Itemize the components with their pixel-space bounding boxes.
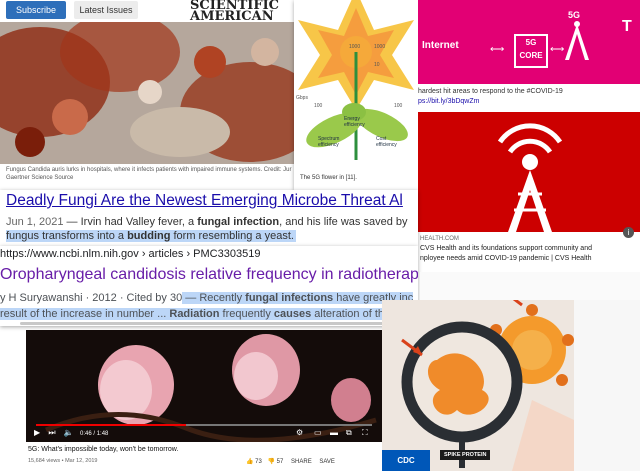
sciam-caption: Fungus Candida auris lurks in hospitals,… <box>6 166 296 182</box>
logo-line2: AMERICAN <box>190 9 274 24</box>
subscribe-button[interactable]: Subscribe <box>6 1 66 19</box>
tmobile-card: Internet ⟷ 5G CORE ⟷ 5G T hardest hit ar… <box>418 0 640 112</box>
spike-card: SPIKE PROTEIN CDC <box>382 300 574 471</box>
result1-date: Jun 1, 2021 <box>6 216 64 228</box>
save-button[interactable]: SAVE <box>319 459 335 465</box>
5g-core-box: 5G CORE <box>514 34 548 68</box>
result1-snip-f: form resembling a yeast. <box>170 230 294 242</box>
caption-line2: Gaertner Science Source <box>6 175 74 181</box>
internet-label: Internet <box>422 40 459 51</box>
gray-strip <box>420 272 640 300</box>
result2-snip7: causes <box>273 308 312 320</box>
dislike-icon[interactable]: 👎 <box>268 459 275 465</box>
youtube-card: ▶ ⏭ 🔈 0:46 / 1:48 ⚙ ▭ ▬ ⧉ ⛶ 5G: What's i… <box>26 330 382 471</box>
flower-label-100a: 100 <box>314 103 323 109</box>
cvs-line2[interactable]: nployee needs amid COVID-19 pandemic | C… <box>420 255 591 262</box>
like-icon[interactable]: 👍 <box>246 459 253 465</box>
result2-url[interactable]: https://www.ncbi.nlm.nih.gov › articles … <box>0 248 260 260</box>
result2-title[interactable]: Oropharyngeal candidosis relative freque… <box>0 266 418 284</box>
result1-snip-e: budding <box>127 230 171 242</box>
tmobile-logo: T <box>622 18 632 35</box>
result2-snip-hl: — Recently fungal infections have greatl… <box>182 292 414 304</box>
cvs-source: HEALTH.COM <box>420 236 459 242</box>
result2-meta: y H Suryawanshi · 2012 · Cited by 30 <box>0 292 183 304</box>
spike-illustration <box>382 300 574 471</box>
flower-label-gbps: Gbps <box>296 95 308 101</box>
cdc-text: CDC <box>397 456 415 465</box>
sciam-card: Subscribe Latest Issues SCIENTIFIC AMERI… <box>0 0 300 196</box>
5g-tower-label: 5G <box>568 10 581 20</box>
result1-snip-b: fungal infection <box>197 216 280 228</box>
video-actions: 👍 73 👎 57 SHARE SAVE <box>246 458 335 465</box>
sciam-logo: SCIENTIFIC AMERICAN <box>190 0 279 24</box>
scrollbar[interactable] <box>20 322 400 325</box>
flower-label-1000a: 1000 <box>349 44 361 50</box>
result1-snip-d: fungus transforms into a <box>6 230 128 242</box>
fungus-image <box>0 22 300 164</box>
next-icon[interactable]: ⏭ <box>48 428 55 437</box>
cvs-card: HEALTH.COM CVS Health and its foundation… <box>418 112 640 272</box>
video-controls: ▶ ⏭ 🔈 0:46 / 1:48 ⚙ ▭ ▬ ⧉ ⛶ <box>34 426 374 440</box>
result2-snip5: Radiation <box>169 308 220 320</box>
result1-snippet-line2: fungus transforms into a budding form re… <box>6 230 296 242</box>
result2-snip4: result of the increase in number ... <box>0 308 170 320</box>
video-views: 15,684 views • Mar 12, 2019 <box>28 458 98 464</box>
info-icon[interactable]: i <box>623 227 634 238</box>
play-icon[interactable]: ▶ <box>34 428 40 437</box>
result2-snip6: frequently <box>219 308 274 320</box>
video-title[interactable]: 5G: What's impossible today, won't be to… <box>28 446 178 453</box>
spectrum-label: Spectrum efficiency <box>318 136 340 148</box>
tweet-line1: hardest hit areas to respond to the #COV… <box>418 88 563 95</box>
result1-snip-c: , and his life was saved by <box>279 216 408 228</box>
share-button[interactable]: SHARE <box>291 459 312 465</box>
volume-icon[interactable]: 🔈 <box>64 428 74 437</box>
right-panel <box>574 272 640 471</box>
result1-title[interactable]: Deadly Fungi Are the Newest Emerging Mic… <box>6 192 403 210</box>
5g-core-label: 5G CORE <box>519 38 543 60</box>
dislike-count: 57 <box>276 459 284 465</box>
energy-label: Energy efficiency <box>344 116 365 128</box>
flower-card: Gbps 1000 1000 100 100 10 Spectrum effic… <box>294 0 418 190</box>
miniplayer-icon[interactable]: ▭ <box>314 426 322 440</box>
result2-snippet-line2: result of the increase in number ... Rad… <box>0 308 410 320</box>
fullscreen-icon[interactable]: ⛶ <box>362 426 368 440</box>
cast-icon[interactable]: ⧉ <box>346 426 352 440</box>
result1-card: Deadly Fungi Are the Newest Emerging Mic… <box>0 190 418 246</box>
result1-snippet-line1: Jun 1, 2021 — Irvin had Valley fever, a … <box>6 216 408 228</box>
tweet-line2[interactable]: ps://bit.ly/3bDqwZm <box>418 98 479 105</box>
result2-snippet-line1: y H Suryawanshi · 2012 · Cited by 30 — R… <box>0 292 414 304</box>
flower-label-10: 10 <box>374 62 380 68</box>
like-count: 73 <box>255 459 262 465</box>
theater-icon[interactable]: ▬ <box>330 426 338 440</box>
settings-icon[interactable]: ⚙ <box>296 426 303 440</box>
result2-card: https://www.ncbi.nlm.nih.gov › articles … <box>0 246 418 326</box>
spike-label: SPIKE PROTEIN <box>440 450 491 460</box>
flower-label-1000b: 1000 <box>374 44 386 50</box>
caption-line1: Fungus Candida auris lurks in hospitals,… <box>6 167 292 173</box>
radio-tower-icon <box>497 123 563 232</box>
cost-label: Cost efficiency <box>376 136 397 148</box>
cdc-logo: CDC <box>382 450 430 471</box>
latest-issues-button[interactable]: Latest Issues <box>74 1 138 19</box>
arrow-icon: ⟷ <box>490 44 505 55</box>
result2-snip1: — Recently <box>182 292 246 304</box>
tower-icon <box>565 21 589 60</box>
result2-snip2: fungal infections <box>245 292 334 304</box>
result1-snip-a: — Irvin had Valley fever, a <box>63 216 198 228</box>
cvs-line1[interactable]: CVS Health and its foundations support c… <box>420 245 592 252</box>
flower-caption: The 5G flower in [11]. <box>300 175 357 181</box>
video-time: 0:46 / 1:48 <box>80 431 109 437</box>
flower-label-100b: 100 <box>394 103 403 109</box>
